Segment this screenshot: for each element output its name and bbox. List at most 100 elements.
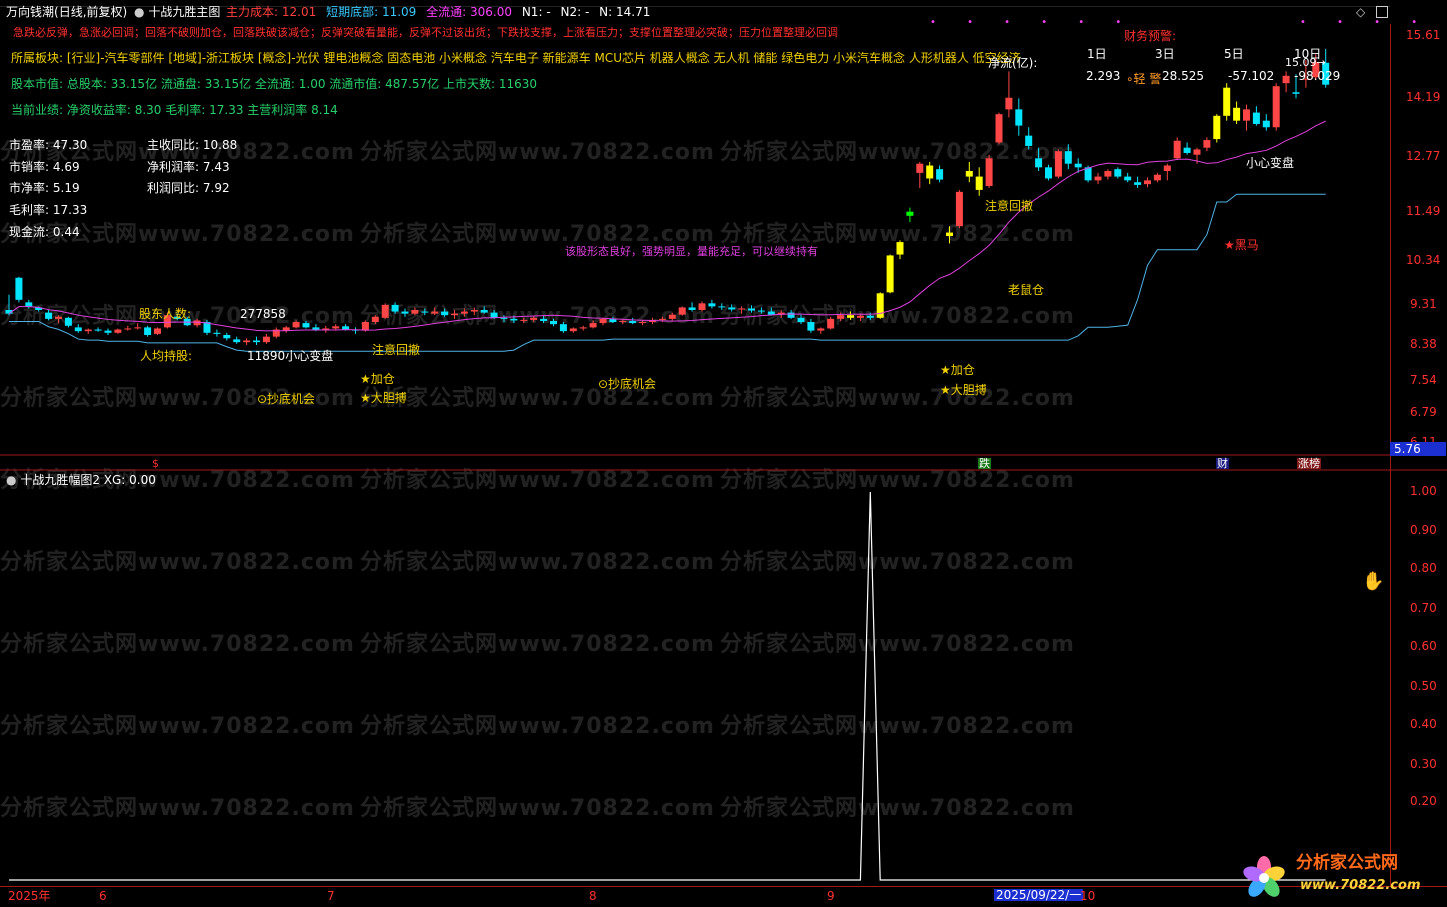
- sub-tick: 0.20: [1410, 794, 1437, 808]
- header-values: 主力成本: 12.01 短期底部: 11.09 全流通: 306.00 N1: …: [226, 6, 650, 18]
- candle-body: [658, 318, 666, 320]
- signal-bold-fight: ★大胆搏: [360, 391, 407, 405]
- ratio-row: 市盈率: 47.30: [9, 139, 87, 151]
- shareholders-value: 277858: [240, 307, 286, 321]
- candle-body: [550, 320, 557, 325]
- candle-body: [371, 316, 379, 323]
- candle-body: [342, 326, 350, 330]
- ratio-value: 7.92: [202, 181, 230, 195]
- caution-change-label: 小心变盘: [285, 349, 334, 363]
- candle-body: [25, 302, 33, 307]
- candle-body: [1173, 140, 1181, 159]
- ratio-row: 主收同比: 10.88: [147, 139, 237, 151]
- time-tick: 6: [99, 889, 107, 903]
- candle-body: [856, 315, 864, 318]
- ma-line: [8, 120, 1326, 332]
- signal-dark-horse: ★黑马: [1224, 238, 1259, 252]
- candle-body: [490, 312, 498, 318]
- candle-body: [946, 232, 953, 237]
- net-flow-value-5d: -57.102: [1228, 69, 1275, 83]
- xg-label: XG:: [103, 473, 126, 487]
- candle-body: [411, 309, 419, 314]
- sub-tick: 0.70: [1410, 601, 1437, 615]
- price-tick: 9.31: [1410, 297, 1437, 311]
- candle-body: [1005, 97, 1013, 110]
- time-tick: 9: [827, 889, 835, 903]
- time-tick: 10: [1080, 889, 1096, 903]
- sub-panel-name: 十战九胜幅图2: [20, 473, 100, 487]
- high-price-note: 15.09→: [1285, 57, 1326, 68]
- candle-body: [748, 308, 755, 311]
- time-tick: 7: [327, 889, 335, 903]
- ratio-row: 市销率: 4.69: [9, 161, 80, 173]
- candle-body: [332, 326, 340, 329]
- candle-body: [134, 327, 142, 329]
- n1-value: -: [546, 5, 551, 19]
- candle-body: [827, 318, 835, 329]
- candle-body: [767, 311, 775, 315]
- price-tick: 6.79: [1410, 405, 1437, 419]
- candle-body: [391, 304, 399, 312]
- logo-url: www.70822.com: [1300, 878, 1421, 893]
- marker-finance: 财: [1216, 457, 1229, 470]
- candle-body: [817, 328, 825, 331]
- candle-body: [262, 336, 270, 343]
- candle-body: [1025, 135, 1033, 146]
- eye-icon[interactable]: ●: [134, 5, 144, 19]
- candle-body: [965, 171, 973, 177]
- net-flow-header-1d: 1日: [1087, 47, 1107, 61]
- ratio-label: 市销率:: [9, 160, 50, 174]
- ratio-row: 净利润率: 7.43: [147, 161, 230, 173]
- candle-body: [530, 317, 538, 320]
- candle-body: [500, 317, 508, 319]
- high-price-value: 15.09: [1285, 56, 1317, 69]
- candle-body: [728, 307, 736, 310]
- candle-body: [1203, 140, 1211, 148]
- candle-body: [668, 314, 676, 319]
- xg-value: 0.00: [129, 473, 156, 487]
- price-tick: 14.19: [1406, 90, 1441, 104]
- flower-logo-icon: [1243, 856, 1285, 897]
- candle-body: [995, 114, 1003, 143]
- dotted-marker-row: • • • • •: [1300, 17, 1447, 28]
- sub-panel-title[interactable]: ● 十战九胜幅图2 XG: 0.00: [6, 474, 156, 486]
- warning-badge: ∘轻 警: [1126, 72, 1162, 86]
- candle-body: [1233, 107, 1241, 121]
- candle-body: [688, 307, 696, 310]
- period-label: (日线,前复权): [54, 5, 128, 19]
- stock-name: 万向钱潮: [6, 5, 55, 19]
- candle-body: [738, 308, 746, 310]
- ratio-label: 市盈率:: [9, 138, 50, 152]
- candle-body: [213, 332, 221, 334]
- candle-body: [847, 315, 854, 318]
- candle-body: [985, 158, 993, 187]
- indicator-title[interactable]: ● 十战九胜主图: [134, 6, 220, 18]
- candle-body: [441, 311, 449, 316]
- candle-body: [1153, 174, 1161, 181]
- kline-chart[interactable]: [0, 0, 1447, 907]
- candle-body: [1134, 182, 1142, 185]
- ratio-value: 5.19: [52, 181, 80, 195]
- candle-body: [233, 339, 241, 343]
- perf-line: 当前业绩: 净资收益率: 8.30 毛利率: 17.33 主营利润率 8.14: [11, 103, 338, 117]
- ratio-label: 毛利率:: [9, 203, 50, 217]
- sub-tick: 0.30: [1410, 757, 1437, 771]
- eye-icon[interactable]: ●: [6, 473, 16, 487]
- candle-body: [312, 327, 320, 330]
- candle-body: [154, 328, 161, 334]
- candle-body: [896, 242, 904, 255]
- candle-body: [1035, 158, 1043, 168]
- full-float-value: 306.00: [470, 5, 512, 19]
- per-capita-number: 11890: [247, 349, 286, 363]
- candle-body: [421, 311, 429, 313]
- candle-body: [302, 323, 310, 328]
- candle-body: [975, 176, 983, 190]
- short-bottom-value: 11.09: [381, 5, 417, 19]
- n-value: 14.71: [616, 5, 651, 19]
- logo-name: 分析家公式网: [1296, 853, 1398, 873]
- candle-body: [1054, 151, 1062, 177]
- candle-body: [84, 329, 92, 332]
- candle-body: [104, 330, 112, 333]
- candle-body: [431, 311, 439, 314]
- candle-body: [144, 327, 152, 335]
